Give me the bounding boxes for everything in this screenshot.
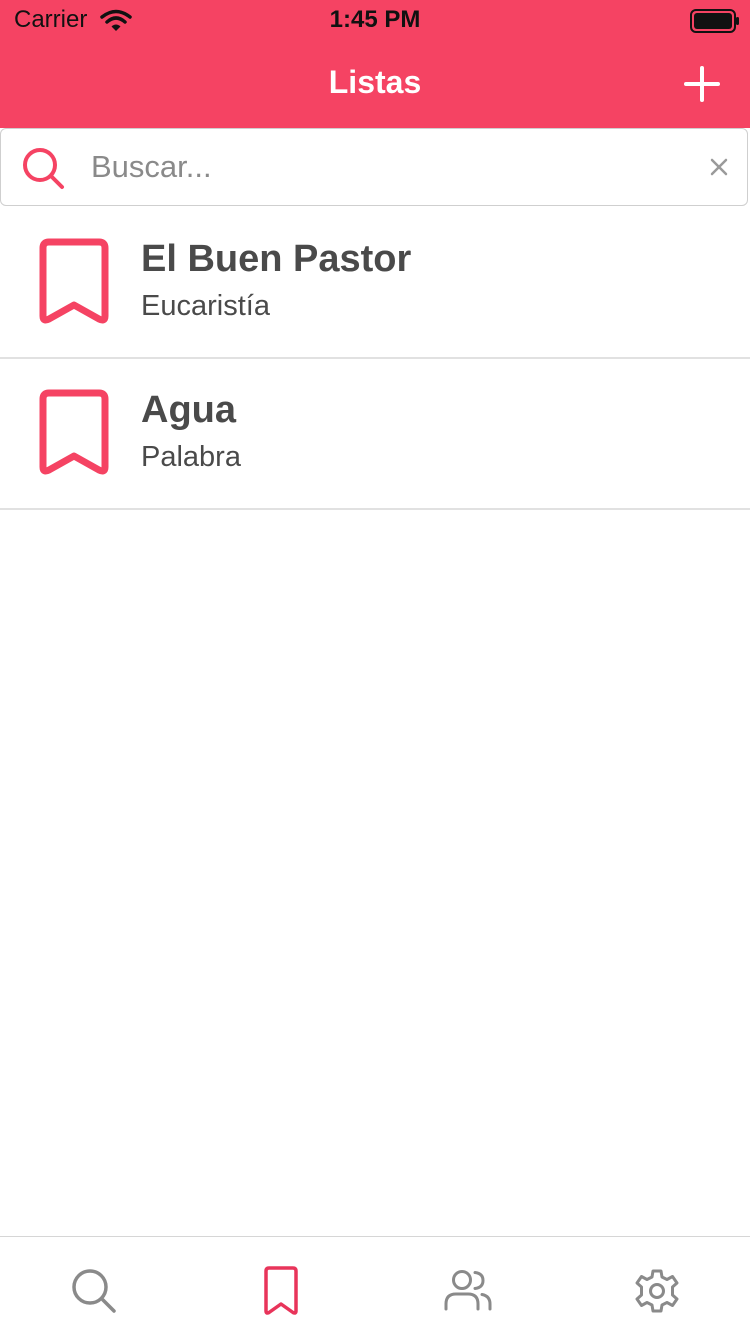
search-icon — [72, 1269, 116, 1313]
lists-list: El Buen Pastor Eucaristía Agua Palabra — [0, 208, 750, 510]
status-bar: Carrier 1:45 PM — [0, 0, 750, 40]
status-time: 1:45 PM — [329, 6, 421, 33]
list-item-title: Agua — [141, 389, 236, 431]
bookmark-icon — [38, 389, 110, 482]
list-item-title: El Buen Pastor — [141, 238, 412, 280]
add-list-button[interactable] — [676, 58, 728, 110]
search-icon — [21, 146, 65, 195]
bookmark-icon — [38, 238, 110, 331]
navigation-header: Carrier 1:45 PM Listas — [0, 0, 750, 128]
list-item-subtitle: Palabra — [141, 441, 241, 473]
battery-icon — [690, 9, 740, 38]
plus-icon — [684, 66, 720, 102]
close-icon — [710, 158, 728, 176]
tab-bar — [0, 1236, 750, 1335]
list-item[interactable]: Agua Palabra — [0, 359, 750, 510]
list-item-subtitle: Eucaristía — [141, 290, 270, 322]
bookmark-icon — [264, 1266, 298, 1315]
search-bar — [0, 128, 748, 206]
page-title: Listas — [328, 64, 422, 100]
gear-icon — [635, 1269, 679, 1313]
search-input[interactable] — [91, 141, 671, 193]
clear-search-button[interactable] — [701, 149, 737, 185]
tab-settings[interactable] — [631, 1265, 683, 1317]
tab-lists[interactable] — [255, 1265, 307, 1317]
users-icon — [444, 1270, 492, 1311]
tab-users[interactable] — [442, 1265, 494, 1317]
tab-search[interactable] — [68, 1265, 120, 1317]
list-item[interactable]: El Buen Pastor Eucaristía — [0, 208, 750, 359]
